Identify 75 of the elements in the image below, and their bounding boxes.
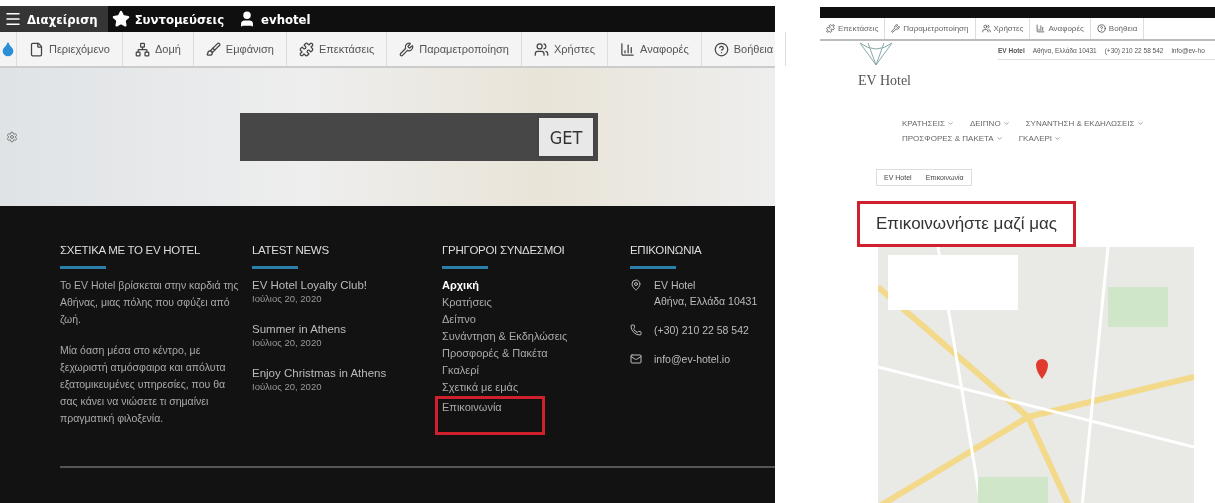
contact-text: info@ev-hotel.io bbox=[654, 352, 731, 367]
search-field[interactable]: GET bbox=[240, 113, 598, 161]
toolbar-item[interactable]: Αναφορές bbox=[1030, 18, 1091, 39]
toolbar-item[interactable]: Χρήστες bbox=[975, 18, 1031, 39]
map-pin-icon bbox=[630, 279, 642, 291]
star-icon bbox=[111, 10, 130, 28]
heading-underline bbox=[60, 266, 106, 269]
news-link[interactable]: Summer in Athens bbox=[252, 321, 442, 337]
file-icon bbox=[29, 41, 44, 57]
toolbar-item[interactable]: Βοήθεια bbox=[1090, 18, 1145, 39]
nav-menu-item[interactable]: ΣΥΝΑΝΤΗΣΗ & ΕΚΔΗΛΩΣΕΙΣ bbox=[1025, 119, 1144, 128]
footer-link[interactable]: Κρατήσεις bbox=[442, 294, 492, 311]
help-icon bbox=[713, 41, 729, 57]
page-heading: Επικοινωνήστε μαζί μας bbox=[860, 204, 1074, 244]
admin-menu-item[interactable]: Διαχείριση bbox=[0, 6, 108, 32]
footer-link[interactable]: Γκαλερί bbox=[442, 362, 479, 379]
toolbar-item[interactable]: Παραμετροποίηση bbox=[387, 32, 522, 66]
footer-heading: ΓΡΗΓΟΡΟΙ ΣΥΝΔΕΣΜΟΙ bbox=[442, 244, 566, 256]
drop-icon[interactable] bbox=[0, 32, 17, 66]
toolbar-item[interactable]: Επεκτάσεις bbox=[820, 18, 886, 39]
chevron-down-icon bbox=[946, 120, 954, 127]
nav-menu-item[interactable]: ΚΡΑΤΗΣΕΙΣ bbox=[902, 119, 954, 128]
footer-link[interactable]: Επικοινωνία bbox=[435, 396, 545, 435]
nav-menu-item[interactable]: ΔΕΙΠΝΟ bbox=[969, 119, 1010, 128]
logo-text: EV Hotel bbox=[858, 73, 911, 89]
puzzle-icon bbox=[298, 41, 314, 57]
chart-icon bbox=[1036, 24, 1046, 33]
footer-heading: ΕΠΙΚΟΙΝΩΝΙΑ bbox=[630, 244, 703, 256]
diamond-logo-icon bbox=[858, 41, 894, 67]
news-link[interactable]: EV Hotel Loyalty Club! bbox=[252, 277, 442, 293]
toolbar-item[interactable]: Δομή bbox=[122, 32, 194, 66]
structure-icon bbox=[134, 41, 150, 57]
chevron-down-icon bbox=[1054, 135, 1062, 142]
chart-icon bbox=[620, 41, 635, 57]
phone-icon bbox=[630, 324, 642, 336]
nav-menu-item[interactable]: ΠΡΟΣΦΟΡΕΣ & ΠΑΚΕΤΑ bbox=[902, 134, 1003, 143]
get-button[interactable]: GET bbox=[537, 116, 595, 158]
heading-underline bbox=[252, 266, 298, 269]
news-date: Ιούλιος 20, 2020 bbox=[252, 293, 323, 304]
envelope-icon bbox=[630, 353, 642, 365]
toolbar-item[interactable]: Αναφορές bbox=[608, 32, 702, 66]
footer-link[interactable]: Δείπνο bbox=[442, 311, 476, 328]
help-icon bbox=[1096, 24, 1106, 33]
toolbar-item[interactable]: Περιεχόμενο bbox=[17, 32, 123, 66]
toolbar-item[interactable]: Χρήστες bbox=[521, 32, 608, 66]
news-date: Ιούλιος 20, 2020 bbox=[252, 337, 323, 348]
footer-link[interactable]: Σχετικά με εμάς bbox=[442, 379, 519, 396]
wrench-icon bbox=[399, 41, 415, 57]
puzzle-icon bbox=[826, 24, 835, 33]
users-icon bbox=[533, 41, 549, 57]
footer-heading: LATEST NEWS bbox=[252, 244, 330, 256]
news-link[interactable]: Enjoy Christmas in Athens bbox=[252, 365, 442, 381]
about-text: Το EV Hotel βρίσκεται στην καρδιά της Αθήνας, μιας πόλης που σφύζει από ζωή. bbox=[60, 278, 240, 327]
toolbar-item[interactable]: Εμφάνιση bbox=[193, 32, 287, 66]
footer-heading: ΣΧΕΤΙΚΑ ΜΕ ΤΟ EV HOTEL bbox=[60, 244, 202, 256]
admin-menu-item[interactable]: Συντομεύσεις bbox=[107, 6, 235, 32]
footer-link[interactable]: Προσφορές & Πακέτα bbox=[442, 345, 548, 362]
menu-icon bbox=[4, 10, 22, 28]
footer-link[interactable]: Συνάντηση & Εκδηλώσεις bbox=[442, 328, 568, 345]
footer-link[interactable]: Αρχική bbox=[442, 277, 479, 294]
toolbar-item[interactable]: Παραμετροποίηση bbox=[885, 18, 976, 39]
heading-underline bbox=[630, 266, 676, 269]
nav-menu-item[interactable]: ΓΚΑΛΕΡΙ bbox=[1018, 134, 1062, 143]
wrench-icon bbox=[891, 24, 901, 33]
about-text: Μία όαση μέσα στο κέντρο, με ξεχωριστή ατμόσφαιρα και απόλυτα εξατομικευμένες υπηρεσίες, που θα σας κάνει να νιώσετε τι σημαίνει πραγματική φιλοξενία. bbox=[60, 343, 227, 426]
users-icon bbox=[981, 24, 991, 33]
contact-text: (+30) 210 22 58 542 bbox=[654, 323, 749, 338]
toolbar-item[interactable]: Επεκτάσεις bbox=[286, 32, 388, 66]
brush-icon bbox=[205, 41, 221, 57]
heading-underline bbox=[442, 266, 488, 269]
toolbar-item[interactable]: Βοήθεια bbox=[701, 32, 787, 66]
chevron-down-icon bbox=[1136, 120, 1144, 127]
news-date: Ιούλιος 20, 2020 bbox=[252, 381, 323, 392]
contact-text: EV Hotel Αθήνα, Ελλάδα 10431 bbox=[654, 278, 758, 309]
admin-menu-item[interactable]: evhotel bbox=[234, 6, 321, 32]
